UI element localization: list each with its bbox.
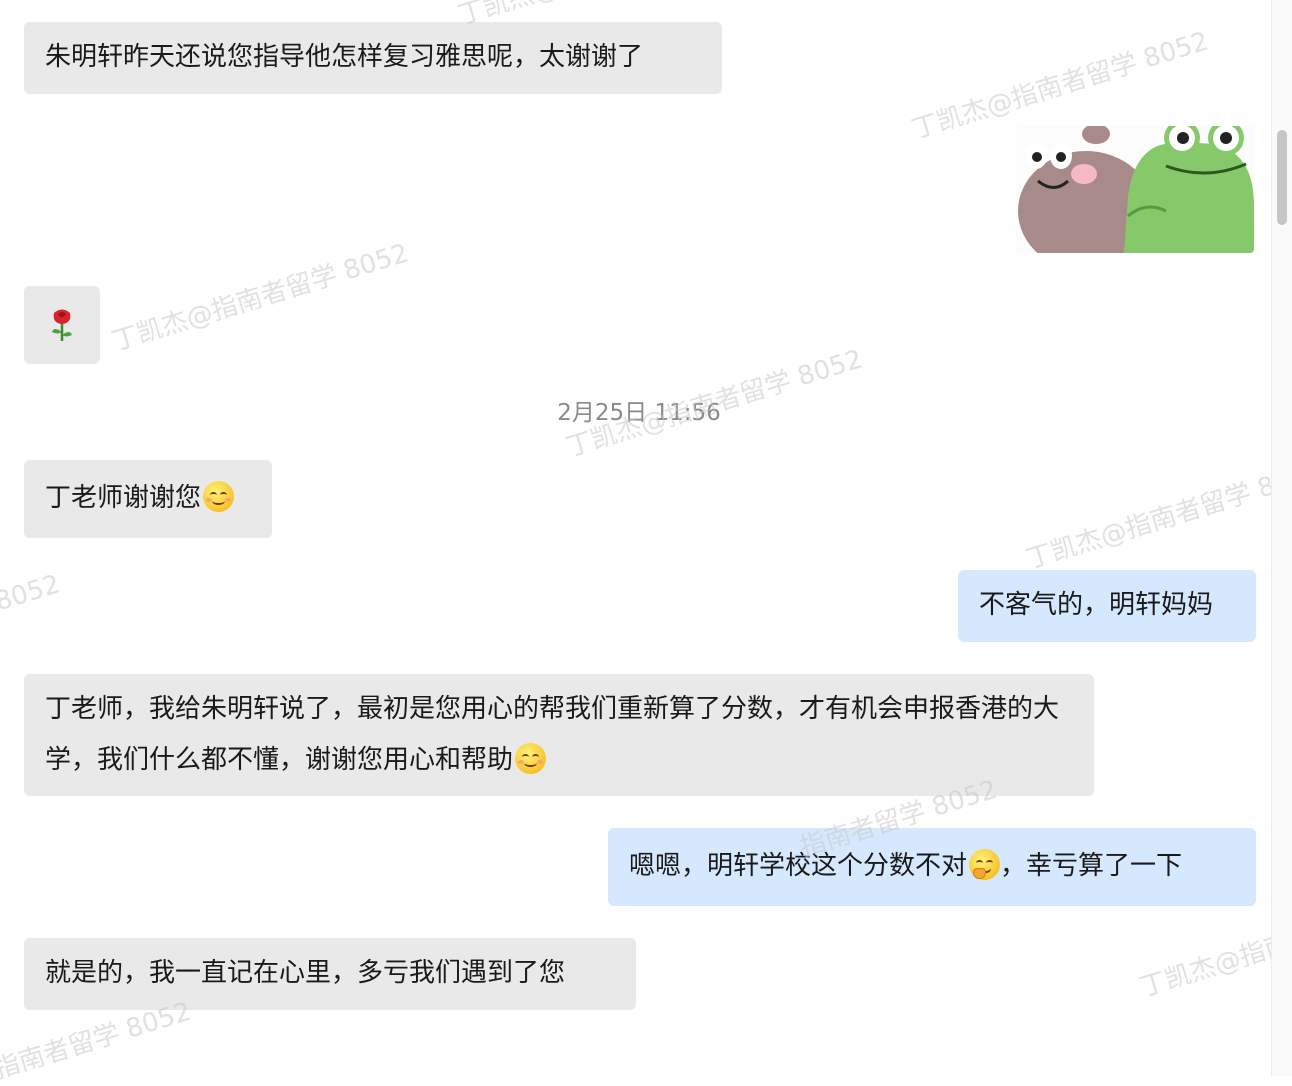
smiling-face-icon — [203, 481, 235, 512]
message-text: 不客气的，明轩妈妈 — [979, 590, 1214, 620]
message-bubble-outgoing[interactable]: 不客气的，明轩妈妈 — [958, 570, 1256, 642]
timestamp-divider: 2月25日 11:56 — [557, 400, 721, 426]
scrollbar-track[interactable] — [1271, 0, 1292, 1076]
watermark: 丁凯杰@指南 — [1136, 928, 1292, 1004]
chat-message-list: 朱明轩昨天还说您指导他怎样复习雅思呢，太谢谢了 2月25日 11:56 丁老师谢… — [0, 0, 1292, 1085]
watermark: 8052 — [0, 569, 64, 618]
thinking-face-icon — [969, 849, 1001, 880]
sticker-message[interactable] — [1016, 126, 1254, 253]
message-text: 丁老师谢谢您 — [45, 483, 202, 513]
message-bubble-outgoing[interactable]: 嗯嗯，明轩学校这个分数不对 ，幸亏算了一下 — [608, 828, 1256, 906]
message-bubble-incoming[interactable]: 丁老师谢谢您 — [24, 460, 272, 538]
message-bubble-incoming[interactable]: 朱明轩昨天还说您指导他怎样复习雅思呢，太谢谢了 — [24, 22, 722, 94]
bear-and-frog-sticker-icon — [1018, 126, 1254, 253]
watermark: 丁凯杰@指南者留学 8052 — [1022, 456, 1292, 576]
message-bubble-incoming[interactable]: 丁老师，我给朱明轩说了，最初是您用心的帮我们重新算了分数，才有机会申报香港的大学… — [24, 674, 1094, 796]
message-text: 嗯嗯，明轩学校这个分数不对 — [629, 851, 968, 881]
watermark: 丁凯杰@指南者留学 8052 — [108, 238, 413, 358]
message-text: 丁老师，我给朱明轩说了，最初是您用心的帮我们重新算了分数，才有机会申报香港的大学… — [45, 694, 1060, 775]
message-text: 朱明轩昨天还说您指导他怎样复习雅思呢，太谢谢了 — [45, 42, 644, 72]
message-text: 就是的，我一直记在心里，多亏我们遇到了您 — [45, 958, 566, 988]
emoji-message[interactable] — [24, 286, 100, 364]
message-text: ，幸亏算了一下 — [1000, 851, 1183, 881]
scrollbar-thumb[interactable] — [1277, 130, 1287, 225]
message-bubble-incoming[interactable]: 就是的，我一直记在心里，多亏我们遇到了您 — [24, 938, 636, 1010]
smiling-face-icon — [515, 743, 547, 774]
rose-icon — [52, 309, 72, 341]
